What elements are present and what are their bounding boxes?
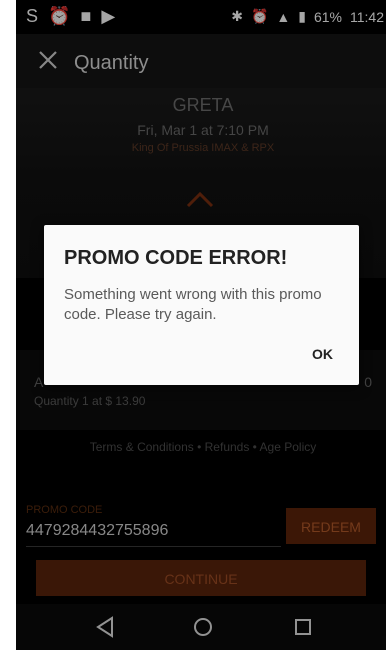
dialog-message: Something went wrong with this promo cod… <box>64 286 322 323</box>
dialog-title: PROMO CODE ERROR! <box>64 247 288 269</box>
promo-error-dialog: PROMO CODE ERROR! Something went wrong w… <box>44 225 359 385</box>
phone-screen: S ⏰ ■ ▶ ✱ ⏰ ▲ ▮ 61% 11:42 Quantity GRETA… <box>16 0 386 650</box>
ok-button[interactable]: OK <box>306 345 339 363</box>
